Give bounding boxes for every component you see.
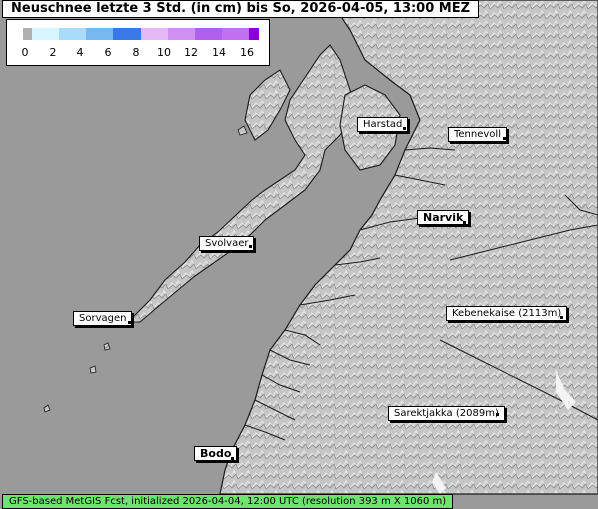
marker-sarektjakka bbox=[496, 413, 499, 416]
legend-swatch-2-4 bbox=[59, 28, 86, 40]
legend-swatch-10-12 bbox=[168, 28, 195, 40]
terrain-map bbox=[0, 0, 598, 508]
legend-tick-2: 2 bbox=[49, 46, 57, 59]
legend-tick-10: 10 bbox=[157, 46, 171, 59]
place-kebenekaise: Kebenekaise (2113m) bbox=[446, 306, 568, 321]
snow-legend: 0 2 4 6 8 10 12 14 16 bbox=[6, 19, 270, 66]
legend-swatch-0-2 bbox=[32, 28, 59, 40]
marker-sorvagen bbox=[128, 321, 131, 324]
place-sarektjakka: Sarektjakka (2089m) bbox=[388, 406, 505, 421]
legend-swatch-8-10 bbox=[141, 28, 168, 40]
place-svolvaer: Svolvaer bbox=[199, 236, 255, 251]
legend-swatch-6-8 bbox=[113, 28, 141, 40]
marker-kebenekaise bbox=[560, 316, 563, 319]
legend-swatch-4-6 bbox=[86, 28, 113, 40]
marker-bodo bbox=[231, 457, 234, 460]
map-title: Neuschnee letzte 3 Std. (in cm) bis So, … bbox=[2, 0, 480, 18]
legend-tick-12: 12 bbox=[184, 46, 198, 59]
place-harstad: Harstad bbox=[357, 117, 409, 132]
place-narvik: Narvik bbox=[417, 210, 470, 225]
legend-swatch-14-16 bbox=[222, 28, 249, 40]
legend-color-bar bbox=[23, 28, 259, 40]
legend-tick-0: 0 bbox=[21, 46, 29, 59]
legend-tick-16: 16 bbox=[240, 46, 254, 59]
marker-svolvaer bbox=[249, 245, 252, 248]
legend-tick-8: 8 bbox=[132, 46, 140, 59]
marker-harstad bbox=[403, 127, 406, 130]
legend-swatch-12-14 bbox=[195, 28, 222, 40]
forecast-info-footer: GFS-based MetGIS Fcst, initialized 2026-… bbox=[2, 494, 454, 509]
legend-tick-14: 14 bbox=[212, 46, 226, 59]
place-tennevoll: Tennevoll bbox=[448, 127, 507, 142]
legend-tick-6: 6 bbox=[104, 46, 112, 59]
legend-tick-4: 4 bbox=[76, 46, 84, 59]
legend-swatch-16plus bbox=[249, 28, 259, 40]
place-sorvagen: Sorvagen bbox=[73, 311, 133, 326]
marker-narvik bbox=[463, 221, 466, 224]
marker-tennevoll bbox=[503, 137, 506, 140]
legend-swatch-gray bbox=[23, 28, 32, 40]
